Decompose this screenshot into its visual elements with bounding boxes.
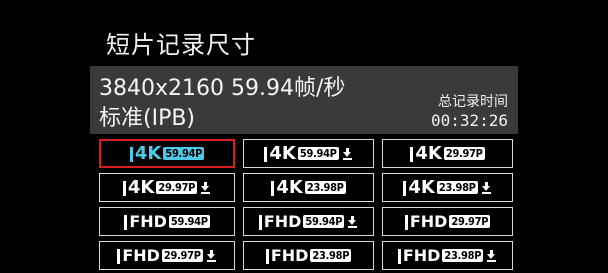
option-icon: FHD 29.97P	[404, 211, 491, 231]
resolution-text: FHD	[402, 245, 441, 265]
resolution-label: FHD	[117, 245, 160, 265]
resolution-text: FHD	[122, 245, 160, 265]
resolution-text: 4K	[276, 176, 303, 198]
option-icon: 4K 59.94P	[264, 142, 353, 164]
movie-frame-icon	[124, 214, 128, 230]
fps-badge: 23.98P	[310, 249, 352, 262]
option-icon: 4K 29.97P	[410, 142, 485, 164]
option-icon: 4K 59.94P	[129, 142, 205, 164]
light-compression-icon	[206, 249, 217, 262]
option-icon: 4K 29.97P	[122, 176, 211, 198]
resolution-label: FHD	[265, 245, 309, 265]
movie-frame-icon	[397, 248, 401, 264]
resolution-label: FHD	[397, 245, 441, 265]
movie-frame-icon	[265, 248, 269, 264]
resolution-label: 4K	[403, 176, 435, 198]
option-icon: 4K 23.98P	[403, 176, 492, 198]
total-record-time-label: 总记录时间	[438, 94, 508, 110]
light-compression-icon	[347, 215, 358, 228]
compression-description: 标准(IPB)	[99, 106, 196, 131]
option-4k-29.97p-ipb-light[interactable]: 4K 29.97P	[99, 173, 235, 202]
fps-badge: 59.94P	[168, 215, 210, 228]
option-fhd-59.94p-ipb-light[interactable]: FHD 59.94P	[243, 207, 374, 236]
fps-badge: 23.98P	[304, 181, 346, 194]
movie-frame-icon	[410, 146, 414, 162]
resolution-text: 4K	[134, 142, 162, 164]
menu-title-bar: 短片记录尺寸	[0, 22, 608, 66]
option-fhd-29.97p-ipb[interactable]: FHD 29.97P	[382, 207, 513, 236]
movie-frame-icon	[117, 248, 121, 264]
light-compression-icon	[200, 181, 211, 194]
resolution-text: FHD	[270, 245, 309, 265]
movie-frame-icon	[129, 146, 133, 162]
fps-badge: 29.97P	[449, 215, 491, 228]
movie-frame-icon	[271, 180, 275, 196]
resolution-label: FHD	[124, 211, 167, 231]
selected-format-description: 3840x2160 59.94帧/秒	[99, 76, 346, 101]
option-icon: FHD 23.98P	[397, 245, 497, 265]
fps-badge: 59.94P	[163, 147, 205, 160]
option-4k-59.94p-ipb[interactable]: 4K 59.94P	[99, 139, 235, 168]
movie-frame-icon	[404, 214, 408, 230]
option-fhd-23.98p-ipb-light[interactable]: FHD 23.98P	[382, 241, 513, 270]
resolution-label: 4K	[410, 142, 442, 164]
resolution-text: 4K	[415, 142, 442, 164]
option-icon: FHD 59.94P	[124, 211, 210, 231]
light-compression-icon	[342, 147, 353, 160]
fps-badge: 29.97P	[156, 181, 198, 194]
resolution-label: FHD	[258, 211, 302, 231]
fps-badge: 29.97P	[161, 249, 203, 262]
movie-frame-icon	[264, 146, 268, 162]
fps-badge: 29.97P	[443, 147, 485, 160]
option-4k-29.97p-ipb[interactable]: 4K 29.97P	[382, 139, 513, 168]
option-fhd-23.98p-ipb[interactable]: FHD 23.98P	[243, 241, 374, 270]
resolution-text: FHD	[129, 211, 167, 231]
info-panel: 3840x2160 59.94帧/秒 标准(IPB) 总记录时间 00:32:2…	[90, 66, 518, 134]
movie-frame-icon	[403, 180, 407, 196]
option-4k-59.94p-ipb-light[interactable]: 4K 59.94P	[243, 139, 374, 168]
fps-badge: 23.98P	[442, 249, 484, 262]
resolution-label: FHD	[404, 211, 448, 231]
resolution-label: 4K	[264, 142, 296, 164]
option-4k-23.98p-ipb-light[interactable]: 4K 23.98P	[382, 173, 513, 202]
resolution-text: FHD	[409, 211, 448, 231]
menu-title: 短片记录尺寸	[106, 31, 256, 59]
option-icon: FHD 29.97P	[117, 245, 217, 265]
light-compression-icon	[486, 249, 497, 262]
fps-badge: 59.94P	[303, 215, 345, 228]
option-icon: FHD 23.98P	[265, 245, 352, 265]
resolution-text: FHD	[263, 211, 302, 231]
resolution-text: 4K	[269, 142, 296, 164]
movie-frame-icon	[258, 214, 262, 230]
fps-badge: 23.98P	[436, 181, 478, 194]
option-fhd-59.94p-ipb[interactable]: FHD 59.94P	[99, 207, 235, 236]
resolution-label: 4K	[271, 176, 303, 198]
resolution-label: 4K	[122, 176, 155, 198]
movie-frame-icon	[122, 180, 126, 196]
option-icon: 4K 23.98P	[271, 176, 346, 198]
resolution-label: 4K	[129, 142, 162, 164]
light-compression-icon	[481, 181, 492, 194]
option-icon: FHD 59.94P	[258, 211, 358, 231]
resolution-text: 4K	[408, 176, 435, 198]
fps-badge: 59.94P	[297, 147, 339, 160]
option-4k-23.98p-ipb[interactable]: 4K 23.98P	[243, 173, 374, 202]
total-record-time-value: 00:32:26	[430, 111, 508, 130]
movie-size-options-grid: 4K 59.94P 4K 59.94P 4K 29.97P 4K 29.97P …	[99, 139, 513, 270]
option-fhd-29.97p-ipb-light[interactable]: FHD 29.97P	[99, 241, 235, 270]
resolution-text: 4K	[127, 176, 155, 198]
